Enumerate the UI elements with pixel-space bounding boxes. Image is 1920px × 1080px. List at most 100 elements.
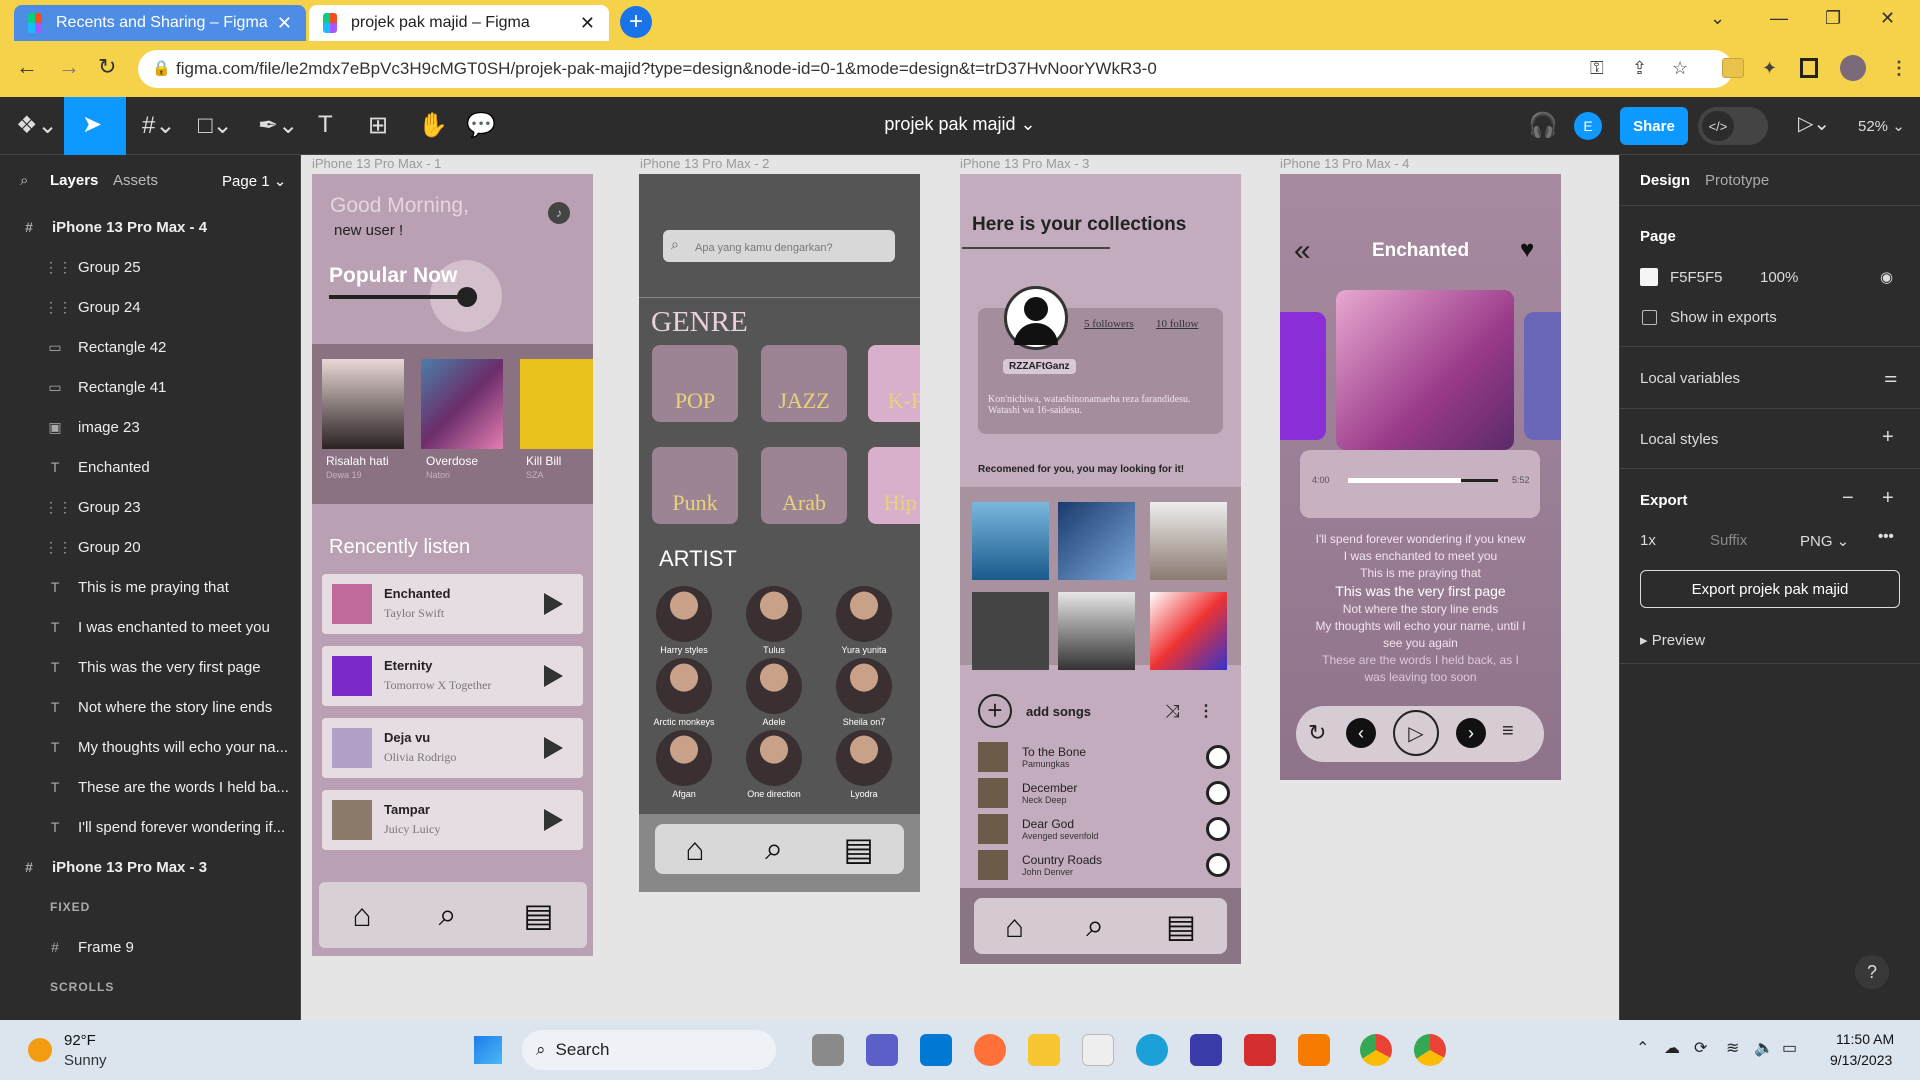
teams-icon[interactable] bbox=[866, 1034, 898, 1066]
layer-item[interactable]: ▣ image 23 bbox=[0, 407, 300, 447]
browser-tab-projek[interactable]: projek pak majid – Figma ✕ bbox=[309, 5, 609, 41]
search-icon[interactable]: ⌕ bbox=[1086, 907, 1104, 945]
tray-chevron-icon[interactable]: ⌃ bbox=[1636, 1038, 1649, 1058]
genre-card[interactable]: JAZZ bbox=[761, 345, 847, 422]
eye-icon[interactable]: ◉ bbox=[1880, 268, 1893, 286]
frame-iphone-1[interactable]: Good Morning, new user ! ♪ Popular Now R… bbox=[312, 174, 593, 956]
volume-icon[interactable]: 🔈 bbox=[1754, 1038, 1774, 1058]
recent-song-card[interactable]: Eternity Tomorrow X Together bbox=[322, 646, 583, 706]
help-icon[interactable]: ? bbox=[1855, 955, 1889, 989]
play-icon[interactable] bbox=[1206, 817, 1230, 841]
key-icon[interactable]: ⚿ bbox=[1590, 58, 1604, 79]
more-icon[interactable]: ⋮ bbox=[1198, 701, 1214, 721]
export-format[interactable]: PNG ⌄ bbox=[1800, 532, 1849, 550]
album-cover[interactable] bbox=[972, 592, 1049, 670]
layer-item[interactable]: # iPhone 13 Pro Max - 4 bbox=[0, 207, 300, 247]
battery-icon[interactable]: ▭ bbox=[1782, 1038, 1797, 1058]
followers-text[interactable]: 5 followers bbox=[1084, 318, 1134, 330]
slider-knob[interactable] bbox=[457, 287, 477, 307]
previous-icon[interactable]: ‹ bbox=[1346, 718, 1376, 748]
genre-card[interactable]: Punk bbox=[652, 447, 738, 524]
tab-search-icon[interactable]: ⌄ bbox=[1710, 8, 1725, 29]
layer-item[interactable]: ⋮⋮ Group 23 bbox=[0, 487, 300, 527]
reload-icon[interactable]: ↻ bbox=[98, 54, 116, 80]
chrome-icon[interactable] bbox=[1360, 1034, 1392, 1066]
album-cover[interactable] bbox=[322, 359, 404, 449]
song-row[interactable]: To the Bone Pamungkas bbox=[978, 740, 1230, 774]
genre-card[interactable]: Arab bbox=[761, 447, 847, 524]
library-icon[interactable]: ▤ bbox=[1166, 907, 1196, 945]
layer-item[interactable]: T Not where the story line ends bbox=[0, 687, 300, 727]
app-icon[interactable] bbox=[1190, 1034, 1222, 1066]
popular-slider[interactable] bbox=[329, 295, 477, 299]
genre-card[interactable]: K-Po bbox=[868, 345, 920, 422]
artist-item[interactable]: One direction bbox=[739, 730, 809, 799]
recent-song-card[interactable]: Tampar Juicy Luicy bbox=[322, 790, 583, 850]
artist-item[interactable]: Afgan bbox=[649, 730, 719, 799]
xampp-icon[interactable] bbox=[1298, 1034, 1330, 1066]
recent-song-card[interactable]: Enchanted Taylor Swift bbox=[322, 574, 583, 634]
next-album-peek[interactable] bbox=[1524, 312, 1561, 440]
edge-icon[interactable] bbox=[1136, 1034, 1168, 1066]
layer-item[interactable]: ▭ Rectangle 42 bbox=[0, 327, 300, 367]
onedrive-icon[interactable]: ☁ bbox=[1664, 1038, 1680, 1058]
add-songs-label[interactable]: add songs bbox=[1026, 704, 1091, 719]
play-icon[interactable] bbox=[544, 737, 563, 759]
weather-desc[interactable]: Sunny bbox=[64, 1052, 107, 1069]
home-icon[interactable]: ⌂ bbox=[685, 831, 704, 868]
layer-item[interactable]: ▭ Rectangle 41 bbox=[0, 367, 300, 407]
artist-item[interactable]: Arctic monkeys bbox=[649, 658, 719, 727]
export-scale[interactable]: 1x bbox=[1640, 532, 1656, 549]
frame-iphone-3[interactable]: Here is your collections 5 followers 10 … bbox=[960, 174, 1241, 964]
frame-label[interactable]: iPhone 13 Pro Max - 4 bbox=[1280, 156, 1409, 171]
mcafee-icon[interactable] bbox=[1244, 1034, 1276, 1066]
close-window-icon[interactable]: ✕ bbox=[1880, 8, 1895, 29]
search-icon[interactable]: ⌕ bbox=[20, 172, 28, 189]
menu-dots-icon[interactable]: ⋮ bbox=[1890, 58, 1908, 79]
tab-assets[interactable]: Assets bbox=[113, 172, 158, 189]
shuffle-icon[interactable]: ⤨ bbox=[1165, 701, 1179, 722]
new-tab-button[interactable]: + bbox=[620, 6, 652, 38]
album-cover[interactable] bbox=[520, 359, 593, 449]
share-button[interactable]: Share bbox=[1620, 107, 1688, 145]
puzzle-extensions-icon[interactable]: ✦ bbox=[1762, 58, 1777, 79]
layer-item[interactable]: T These are the words I held ba... bbox=[0, 767, 300, 807]
page-opacity[interactable]: 100% bbox=[1760, 269, 1798, 286]
profile-avatar[interactable] bbox=[1840, 55, 1866, 81]
zoom-level[interactable]: 52% ⌄ bbox=[1858, 117, 1905, 135]
layer-item[interactable]: T This was the very first page bbox=[0, 647, 300, 687]
play-icon[interactable] bbox=[544, 593, 563, 615]
tab-prototype[interactable]: Prototype bbox=[1705, 172, 1769, 189]
sun-icon[interactable] bbox=[28, 1038, 52, 1062]
chrome-icon[interactable] bbox=[1414, 1034, 1446, 1066]
add-style-icon[interactable]: + bbox=[1882, 426, 1894, 449]
store-icon[interactable] bbox=[1082, 1034, 1114, 1066]
frame-iphone-2[interactable]: ⌕ Apa yang kamu dengarkan? GENRE POP JAZ… bbox=[639, 174, 920, 892]
headphones-icon[interactable]: 🎧 bbox=[1528, 111, 1558, 140]
layer-item[interactable]: T My thoughts will echo your na... bbox=[0, 727, 300, 767]
variables-icon[interactable]: ⚌ bbox=[1884, 368, 1897, 386]
page-color-value[interactable]: F5F5F5 bbox=[1670, 269, 1723, 286]
artist-item[interactable]: Sheila on7 bbox=[829, 658, 899, 727]
clock-time[interactable]: 11:50 AM bbox=[1836, 1031, 1894, 1047]
layer-item[interactable]: # iPhone 13 Pro Max - 3 bbox=[0, 847, 300, 887]
show-in-exports-checkbox[interactable] bbox=[1642, 310, 1657, 325]
share-page-icon[interactable]: ⇪ bbox=[1632, 58, 1647, 79]
clock-date[interactable]: 9/13/2023 bbox=[1830, 1052, 1892, 1068]
queue-icon[interactable]: ≡ bbox=[1502, 720, 1514, 743]
sidepanel-icon[interactable] bbox=[1800, 58, 1818, 78]
frame-label[interactable]: iPhone 13 Pro Max - 2 bbox=[640, 156, 769, 171]
album-cover[interactable] bbox=[972, 502, 1049, 580]
preview-toggle[interactable]: ▸ Preview bbox=[1640, 631, 1705, 649]
back-icon[interactable]: ← bbox=[16, 54, 38, 80]
url-input[interactable]: 🔒 figma.com/file/le2mdx7eBpVc3H9cMGT0SH/… bbox=[138, 50, 1733, 88]
layer-item[interactable]: ⋮⋮ Group 20 bbox=[0, 527, 300, 567]
play-icon[interactable] bbox=[1206, 853, 1230, 877]
frame-label[interactable]: iPhone 13 Pro Max - 3 bbox=[960, 156, 1089, 171]
layer-item[interactable]: T I was enchanted to meet you bbox=[0, 607, 300, 647]
restore-icon[interactable]: ❐ bbox=[1825, 8, 1841, 29]
play-icon[interactable] bbox=[1206, 781, 1230, 805]
present-icon[interactable]: ▷⌄ bbox=[1798, 111, 1830, 136]
album-cover[interactable] bbox=[421, 359, 503, 449]
file-explorer-icon[interactable] bbox=[1028, 1034, 1060, 1066]
